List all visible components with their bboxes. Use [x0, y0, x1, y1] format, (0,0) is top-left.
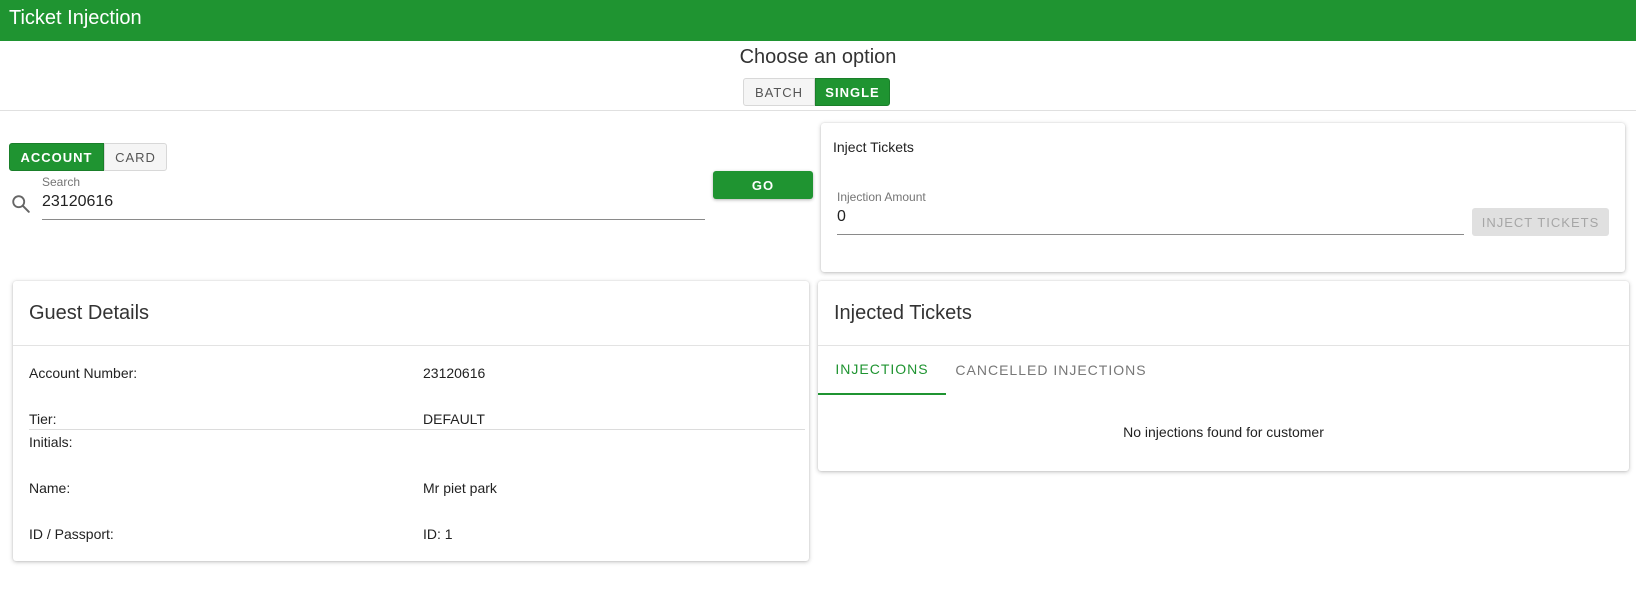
tier-label: Tier:	[29, 411, 57, 427]
initials-label: Initials:	[29, 434, 73, 450]
guest-details-title: Guest Details	[29, 302, 150, 324]
search-input[interactable]: 23120616	[42, 190, 705, 220]
mode-toggle-group: BATCH SINGLE	[743, 78, 890, 106]
injected-tickets-title: Injected Tickets	[834, 302, 972, 324]
id-passport-label: ID / Passport:	[29, 526, 114, 542]
inject-tickets-heading: Inject Tickets	[833, 139, 914, 155]
search-icon	[12, 195, 30, 213]
empty-injections-message: No injections found for customer	[1123, 424, 1324, 440]
card-button[interactable]: CARD	[104, 143, 167, 171]
go-button[interactable]: GO	[713, 171, 813, 199]
injected-tickets-card: Injected Tickets INJECTIONS CANCELLED IN…	[818, 281, 1629, 471]
single-button[interactable]: SINGLE	[815, 78, 890, 106]
injection-amount-input[interactable]: 0	[837, 205, 1464, 235]
account-number-label: Account Number:	[29, 365, 138, 381]
app-title: Ticket Injection	[9, 7, 142, 29]
inject-tickets-button[interactable]: INJECT TICKETS	[1472, 208, 1609, 236]
batch-button[interactable]: BATCH	[743, 78, 815, 106]
app-bar: Ticket Injection	[0, 0, 1636, 41]
account-button[interactable]: ACCOUNT	[9, 143, 104, 171]
tab-cancelled-injections[interactable]: CANCELLED INJECTIONS	[946, 345, 1156, 395]
name-value: Mr piet park	[423, 480, 497, 496]
injection-tabs: INJECTIONS CANCELLED INJECTIONS	[818, 345, 1629, 395]
tab-injections[interactable]: INJECTIONS	[818, 345, 946, 395]
injection-amount-label: Injection Amount	[837, 190, 926, 204]
header-divider	[0, 110, 1636, 111]
name-label: Name:	[29, 480, 71, 496]
search-type-toggle-group: ACCOUNT CARD	[9, 143, 167, 171]
guest-details-card: Guest Details Account Number: 23120616 T…	[13, 281, 809, 561]
choose-option-heading: Choose an option	[739, 46, 897, 68]
inject-tickets-card: Inject Tickets Injection Amount 0 INJECT…	[821, 123, 1625, 272]
tier-row-divider	[29, 429, 805, 430]
id-passport-value: ID: 1	[423, 526, 453, 542]
tier-value: DEFAULT	[423, 411, 485, 427]
search-label: Search	[42, 175, 81, 189]
account-number-value: 23120616	[423, 365, 486, 381]
guest-details-divider	[13, 345, 809, 346]
